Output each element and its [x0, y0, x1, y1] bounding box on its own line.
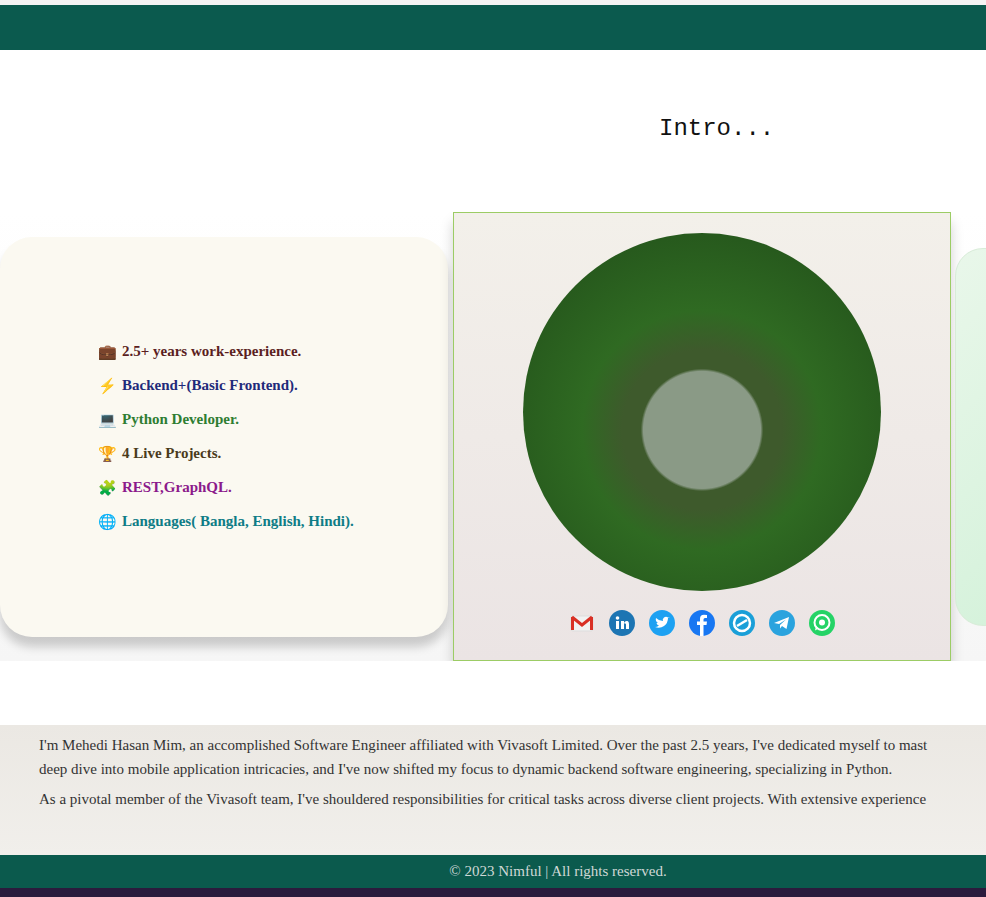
- footer-text: © 2023 Nimful | All rights reserved.: [449, 863, 666, 880]
- highlight-icon: 💼: [98, 343, 116, 361]
- highlights-card: 💼 2.5+ years work-experience. ⚡ Backend+(Ba…: [0, 237, 448, 637]
- profile-card: [453, 212, 951, 661]
- highlight-icon: 💻: [98, 411, 116, 429]
- highlight-text: 2.5+ years work-experience.: [122, 343, 301, 360]
- profile-photo: [523, 233, 881, 591]
- intro-header: Intro...: [0, 50, 986, 212]
- highlight-icon: ⚡: [98, 377, 116, 395]
- about-section: I'm Mehedi Hasan Mim, an accomplished So…: [0, 661, 986, 855]
- highlight-icon: 🌐: [98, 513, 116, 531]
- highlight-item: 🧩 REST,GraphQL.: [98, 471, 354, 505]
- about-paragraph: As a pivotal member of the Vivasoft team…: [39, 787, 986, 811]
- highlight-icon: 🧩: [98, 479, 116, 497]
- highlight-item: 💻 Python Developer.: [98, 403, 354, 437]
- highlight-text: Languages( Bangla, English, Hindi).: [122, 513, 354, 530]
- twitter-icon[interactable]: [648, 609, 676, 637]
- highlight-text: REST,GraphQL.: [122, 479, 232, 496]
- whatsapp-icon[interactable]: [808, 609, 836, 637]
- bottom-strip: [0, 888, 986, 897]
- about-paragraph: I'm Mehedi Hasan Mim, an accomplished So…: [39, 733, 986, 781]
- highlight-item: 🏆 4 Live Projects.: [98, 437, 354, 471]
- highlight-text: Python Developer.: [122, 411, 239, 428]
- linkedin-icon[interactable]: [608, 609, 636, 637]
- next-card: [955, 248, 986, 626]
- telegram-icon[interactable]: [768, 609, 796, 637]
- intro-title: Intro...: [659, 115, 774, 142]
- about-line: deep dive into mobile application intric…: [39, 757, 986, 781]
- about-line: As a pivotal member of the Vivasoft team…: [39, 787, 986, 811]
- footer: © 2023 Nimful | All rights reserved.: [0, 855, 986, 888]
- gmail-icon[interactable]: [568, 609, 596, 637]
- highlight-item: 🌐 Languages( Bangla, English, Hindi).: [98, 505, 354, 539]
- top-bar: [0, 5, 986, 50]
- cards-row: 💼 2.5+ years work-experience. ⚡ Backend+(Ba…: [0, 212, 986, 661]
- highlight-item: 💼 2.5+ years work-experience.: [98, 335, 354, 369]
- facebook-icon[interactable]: [688, 609, 716, 637]
- highlight-text: Backend+(Basic Frontend).: [122, 377, 298, 394]
- about-line: I'm Mehedi Hasan Mim, an accomplished So…: [39, 733, 986, 757]
- highlight-text: 4 Live Projects.: [122, 445, 221, 462]
- skype-icon[interactable]: [728, 609, 756, 637]
- highlights-list: 💼 2.5+ years work-experience. ⚡ Backend+(Ba…: [98, 335, 354, 539]
- highlight-icon: 🏆: [98, 445, 116, 463]
- page: Intro... 💼 2.5+ years work-experience. ⚡ Bac…: [0, 0, 986, 897]
- social-links: [568, 609, 836, 637]
- highlight-item: ⚡ Backend+(Basic Frontend).: [98, 369, 354, 403]
